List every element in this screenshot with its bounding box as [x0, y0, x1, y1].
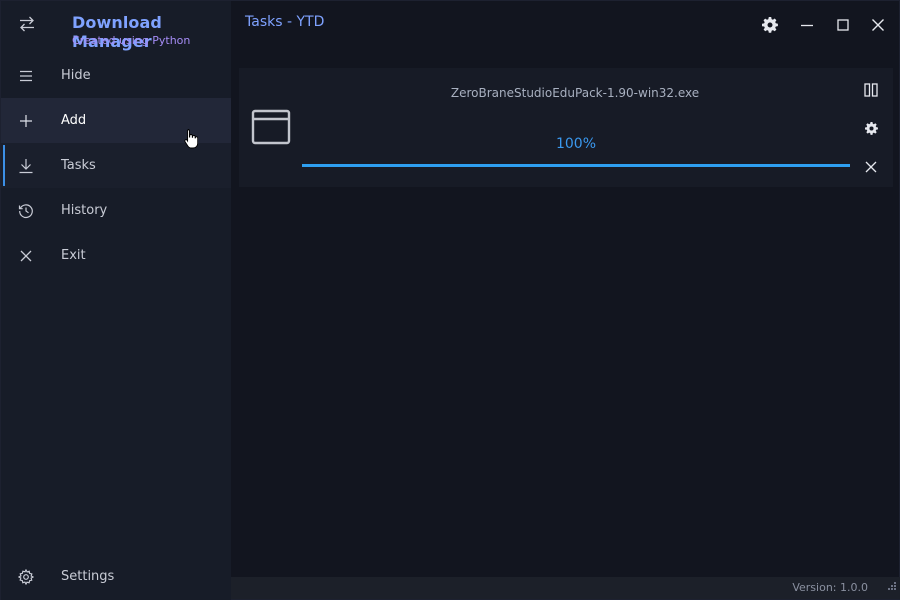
progress-bar-fill: [302, 164, 850, 167]
close-window-icon[interactable]: [866, 13, 890, 37]
application-window-icon: [251, 109, 291, 149]
app-window: Download Manager Created using Python Hi…: [0, 0, 900, 600]
plus-icon: [1, 114, 51, 128]
sidebar-item-exit[interactable]: Exit: [1, 233, 231, 278]
sidebar-item-hide[interactable]: Hide: [1, 53, 231, 98]
version-label: Version: 1.0.0: [792, 581, 868, 594]
progress-percentage: 100%: [555, 136, 597, 152]
sidebar-item-label: History: [61, 203, 108, 218]
sidebar-item-settings[interactable]: Settings: [1, 554, 231, 599]
app-subtitle: Created using Python: [72, 34, 191, 47]
progress-bar: [302, 164, 850, 167]
sidebar-item-label: Add: [61, 113, 87, 128]
sidebar-item-history[interactable]: History: [1, 188, 231, 233]
sidebar-item-label: Settings: [61, 569, 115, 584]
file-name: ZeroBraneStudioEduPack-1.90-win32.exe: [450, 86, 700, 100]
page-title: Tasks - YTD: [245, 14, 325, 30]
history-icon: [1, 203, 51, 219]
download-task-card: ZeroBraneStudioEduPack-1.90-win32.exe 10…: [239, 68, 893, 187]
close-icon: [1, 250, 51, 262]
swap-arrows-icon[interactable]: [15, 12, 39, 36]
minimize-icon[interactable]: [795, 13, 819, 37]
sidebar: Download Manager Created using Python Hi…: [1, 1, 231, 600]
sidebar-item-label: Hide: [61, 68, 91, 83]
gear-icon: [1, 568, 51, 585]
resize-grip-icon[interactable]: [886, 577, 896, 596]
settings-gear-icon[interactable]: [758, 13, 782, 37]
menu-icon: [1, 70, 51, 82]
download-icon: [1, 158, 51, 174]
status-bar: Version: 1.0.0: [231, 577, 900, 599]
pause-icon[interactable]: [861, 80, 881, 100]
maximize-icon[interactable]: [831, 13, 855, 37]
task-settings-gear-icon[interactable]: [861, 118, 881, 138]
sidebar-item-label: Tasks: [61, 158, 96, 173]
cancel-task-icon[interactable]: [861, 157, 881, 177]
hand-cursor-icon: [184, 128, 199, 154]
sidebar-item-label: Exit: [61, 248, 86, 263]
